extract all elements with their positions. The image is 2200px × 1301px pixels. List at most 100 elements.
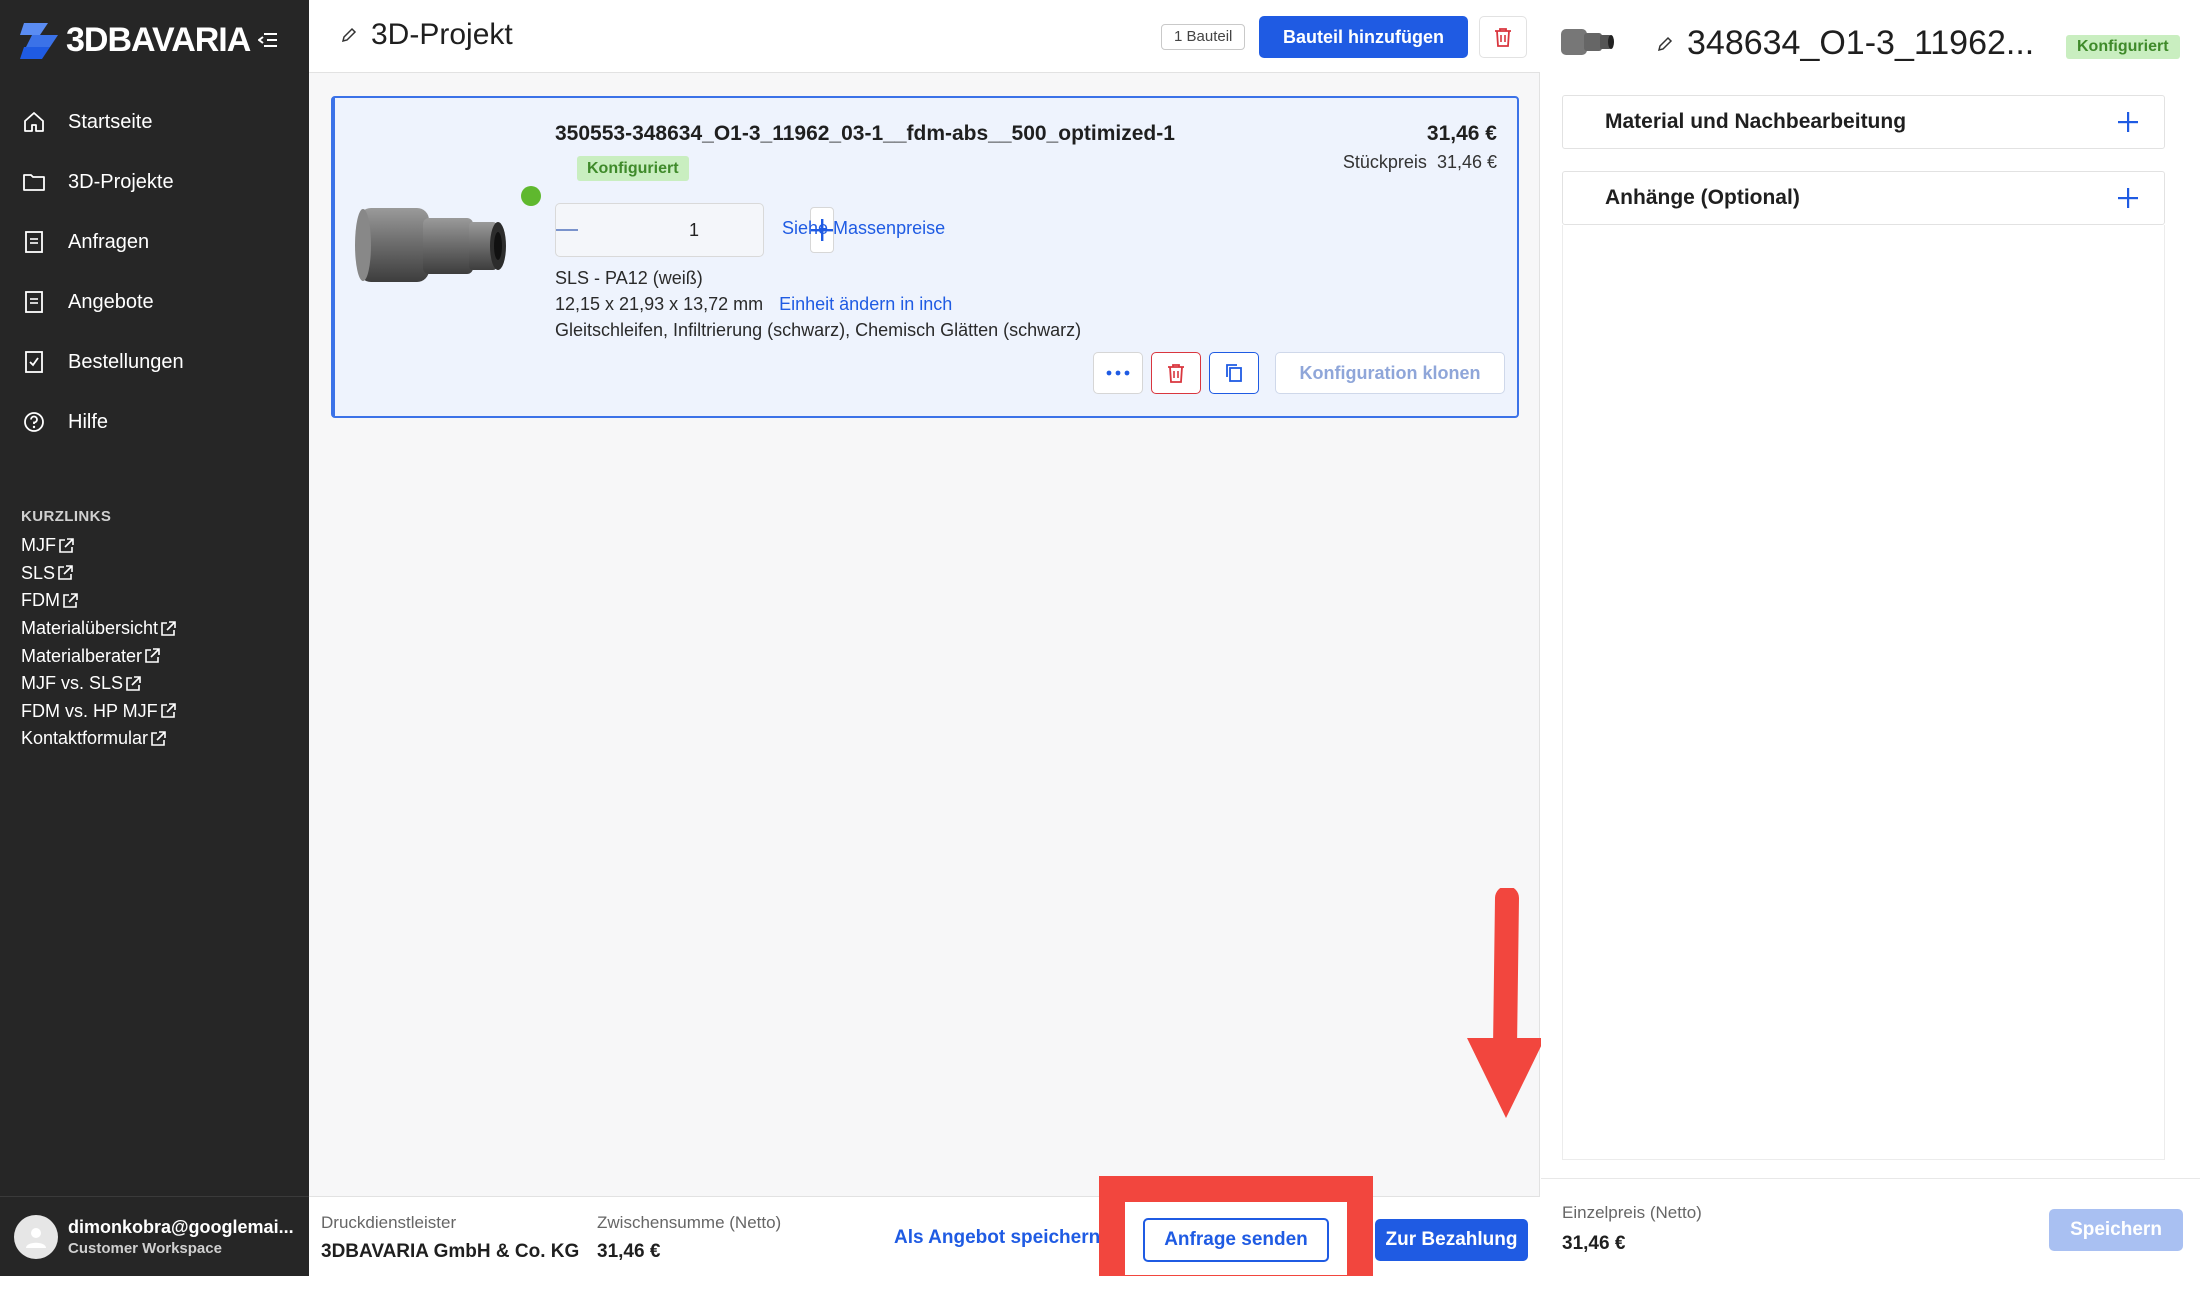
delete-project-button[interactable] <box>1479 16 1527 58</box>
part-3d-preview-icon <box>1561 29 1614 55</box>
annotation-arrow-icon <box>1467 888 1545 1118</box>
part-dimensions: 12,15 x 21,93 x 13,72 mm <box>555 294 764 314</box>
unit-price: Stückpreis 31,46 € <box>1343 152 1497 173</box>
project-header: 3D-Projekt 1 Bauteil Bauteil hinzufügen <box>309 0 1540 73</box>
send-request-button[interactable]: Anfrage senden <box>1143 1218 1329 1262</box>
quicklink-mjf-vs-sls[interactable]: MJF vs. SLS <box>21 670 176 698</box>
status-badge: Konfiguriert <box>2066 35 2180 59</box>
nav-item-angebote[interactable]: Angebote <box>0 272 309 332</box>
part-count-badge: 1 Bauteil <box>1161 24 1246 50</box>
quicklink-materialberater[interactable]: Materialberater <box>21 642 176 670</box>
external-link-icon <box>160 703 176 719</box>
panel-part-title[interactable]: 348634_O1-3_11962... <box>1657 24 2034 63</box>
accordion-attachments[interactable]: Anhänge (Optional) <box>1562 171 2165 225</box>
panel-part-title-text: 348634_O1-3_11962... <box>1687 24 2035 62</box>
project-title[interactable]: 3D-Projekt <box>341 18 513 52</box>
quicklink-fdm-vs-hp-mjf[interactable]: FDM vs. HP MJF <box>21 698 176 726</box>
nav-item-bestellungen[interactable]: Bestellungen <box>0 332 309 392</box>
logo-mark-icon <box>20 23 58 59</box>
nav-label: Bestellungen <box>68 350 184 373</box>
unit-price-label: Einzelpreis (Netto) <box>1562 1203 1702 1222</box>
quicklink-kontaktformular[interactable]: Kontaktformular <box>21 725 176 753</box>
user-email: dimonkobra@googlemai... <box>68 1216 294 1237</box>
quicklink-mjf[interactable]: MJF <box>21 532 176 560</box>
external-link-icon <box>144 648 160 664</box>
external-link-icon <box>58 537 74 554</box>
quicklink-sls[interactable]: SLS <box>21 560 176 588</box>
part-finishing: Gleitschleifen, Infiltrierung (schwarz),… <box>555 320 1082 340</box>
help-icon <box>22 410 46 434</box>
part-card[interactable]: 350553-348634_O1-3_11962_03-1__fdm-abs__… <box>331 96 1519 418</box>
checklist-icon <box>22 350 46 374</box>
document-icon <box>22 290 46 314</box>
nav-item-anfragen[interactable]: Anfragen <box>0 212 309 272</box>
delete-part-button[interactable] <box>1151 352 1201 394</box>
change-unit-link[interactable]: Einheit ändern in inch <box>779 294 952 314</box>
document-icon <box>22 230 46 254</box>
save-button[interactable]: Speichern <box>2049 1209 2183 1251</box>
subtotal-value: 31,46 € <box>597 1241 661 1262</box>
brand-name: 3DBAVARIA <box>66 20 251 59</box>
quicklink-fdm[interactable]: FDM <box>21 587 176 615</box>
external-link-icon <box>125 675 141 692</box>
nav-label: Hilfe <box>68 410 109 433</box>
home-icon <box>22 110 46 134</box>
edit-pencil-icon <box>341 27 357 43</box>
collapse-sidebar-button[interactable] <box>254 26 282 54</box>
decrease-quantity-button[interactable] <box>556 205 578 255</box>
checkout-button[interactable]: Zur Bezahlung <box>1375 1219 1528 1261</box>
plus-icon <box>2118 112 2138 132</box>
external-link-icon <box>57 565 73 581</box>
mass-prices-link[interactable]: Siehe Massenpreise <box>782 218 945 239</box>
save-as-offer-link[interactable]: Als Angebot speichern <box>894 1227 1100 1249</box>
trash-icon <box>1495 28 1511 47</box>
external-link-icon <box>160 620 176 637</box>
quicklinks-list: MJF SLS FDM Materialübersicht Materialbe… <box>21 532 176 753</box>
part-material: SLS - PA12 (weiß) <box>555 268 703 288</box>
part-thumbnail[interactable] <box>353 198 509 295</box>
provider-label: Druckdienstleister <box>321 1213 457 1232</box>
unit-price-value: 31,46 € <box>1436 152 1497 172</box>
quicklink-label: Materialübersicht <box>21 618 159 639</box>
quantity-input[interactable] <box>578 205 810 255</box>
sidebar: 3DBAVARIA Startseite 3D-Projekte Anfrage… <box>0 0 309 1276</box>
plus-icon <box>2118 188 2138 208</box>
part-total-price: 31,46 € <box>1426 122 1497 145</box>
quantity-stepper <box>555 203 834 257</box>
external-link-icon <box>62 593 78 609</box>
edit-pencil-icon <box>1657 36 1673 52</box>
quicklink-label: MJF vs. SLS <box>21 673 124 694</box>
nav-label: Angebote <box>68 290 154 313</box>
provider-name: 3DBAVARIA GmbH & Co. KG <box>321 1241 580 1262</box>
project-main: 3D-Projekt 1 Bauteil Bauteil hinzufügen <box>309 0 1545 1276</box>
quicklink-label: MJF <box>21 535 56 556</box>
accordion-material-finishing[interactable]: Material und Nachbearbeitung <box>1562 95 2165 149</box>
clone-configuration-button[interactable]: Konfiguration klonen <box>1275 352 1505 394</box>
part-name: 350553-348634_O1-3_11962_03-1__fdm-abs__… <box>555 122 1175 145</box>
nav-item-startseite[interactable]: Startseite <box>0 92 309 152</box>
unit-price-value: 31,46 € <box>1562 1233 1626 1254</box>
user-menu[interactable]: dimonkobra@googlemai... Customer Workspa… <box>0 1196 309 1276</box>
panel-footer: Einzelpreis (Netto) 31,46 € Speichern <box>1541 1178 2200 1276</box>
nav-item-3d-projekte[interactable]: 3D-Projekte <box>0 152 309 212</box>
subtotal-label: Zwischensumme (Netto) <box>597 1213 782 1232</box>
duplicate-part-button[interactable] <box>1209 352 1259 394</box>
main-nav: Startseite 3D-Projekte Anfragen Angebote… <box>0 92 309 452</box>
panel-content-area <box>1562 225 2165 1160</box>
folder-icon <box>22 170 46 194</box>
trash-icon <box>1168 364 1184 383</box>
quicklink-label: SLS <box>21 562 56 583</box>
accordion-label: Anhänge (Optional) <box>1605 186 1800 209</box>
status-indicator <box>521 186 541 206</box>
user-workspace: Customer Workspace <box>68 1239 222 1257</box>
collapse-icon <box>258 33 277 47</box>
nav-item-hilfe[interactable]: Hilfe <box>0 392 309 452</box>
brand-logo[interactable]: 3DBAVARIA <box>20 20 251 60</box>
quicklink-label: FDM vs. HP MJF <box>21 700 158 721</box>
unit-price-label: Stückpreis <box>1342 152 1427 172</box>
add-part-button[interactable]: Bauteil hinzufügen <box>1259 16 1468 58</box>
user-icon <box>26 1227 46 1248</box>
accordion-label: Material und Nachbearbeitung <box>1605 110 1907 133</box>
quicklink-materialuebersicht[interactable]: Materialübersicht <box>21 615 176 643</box>
more-options-button[interactable] <box>1093 352 1143 394</box>
